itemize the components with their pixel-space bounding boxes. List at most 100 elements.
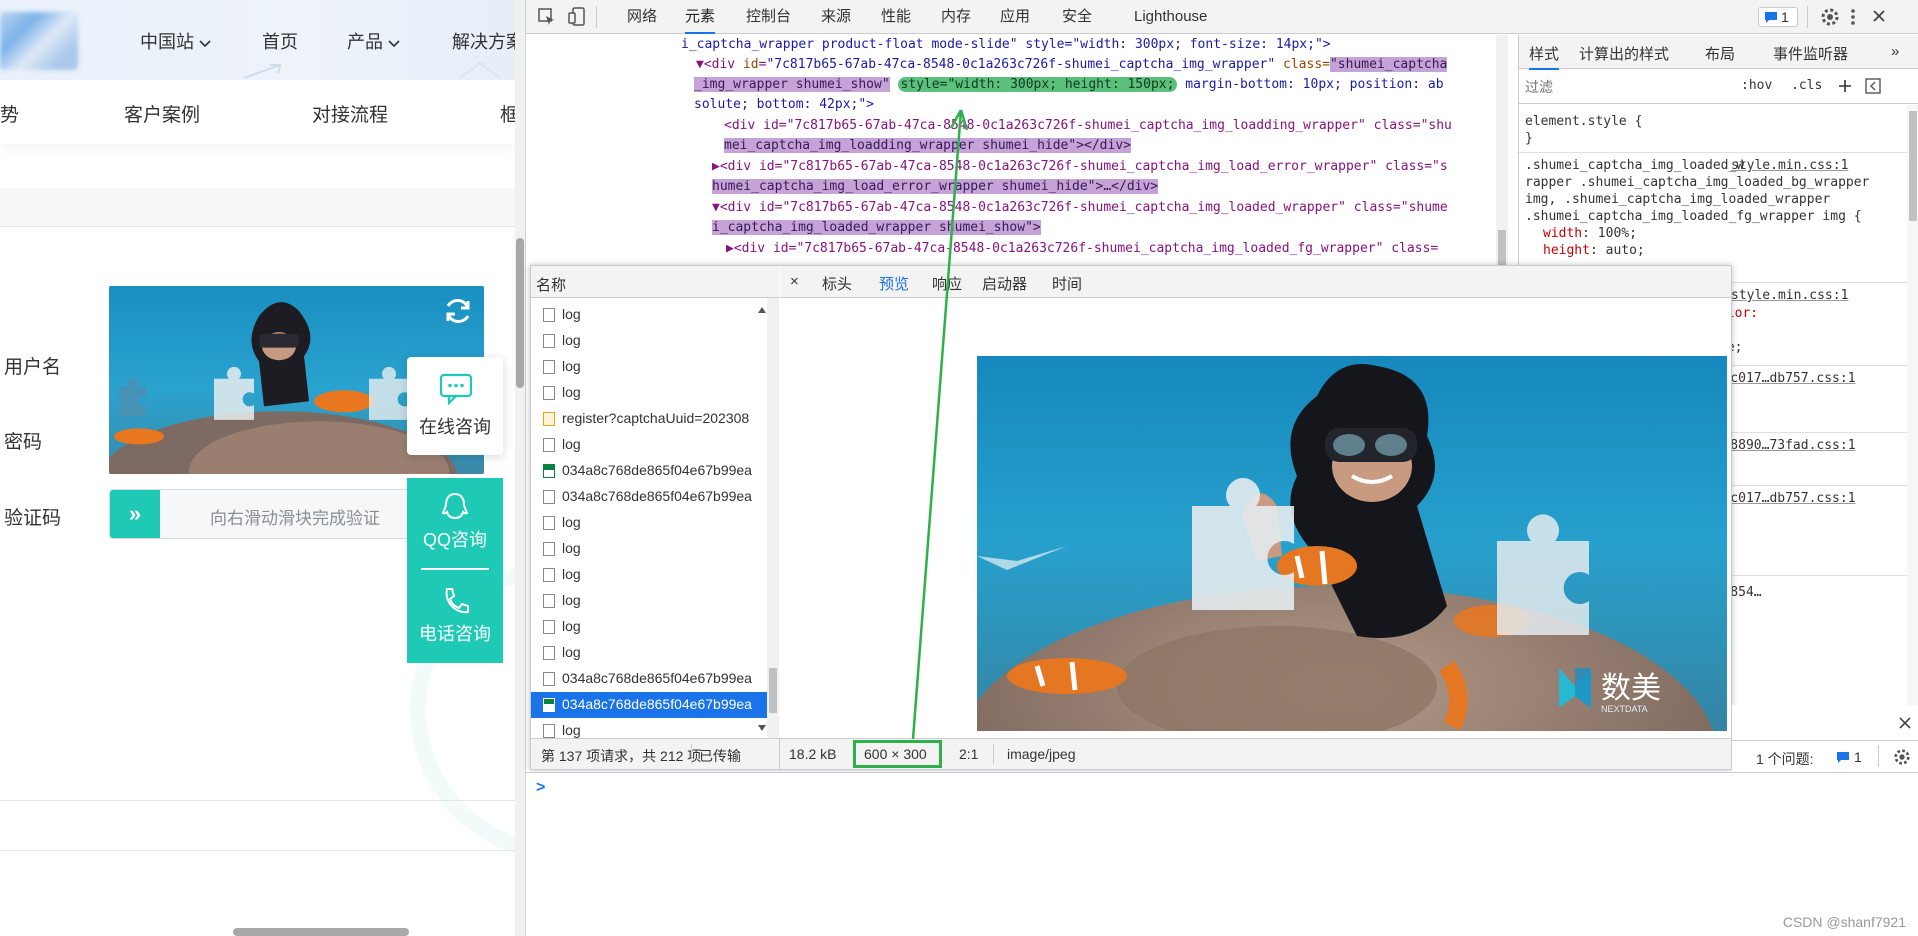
tab-sources[interactable]: 来源 bbox=[821, 0, 851, 34]
hov-toggle[interactable]: :hov bbox=[1741, 78, 1772, 93]
subnav-item-cases[interactable]: 客户案例 bbox=[124, 100, 200, 127]
tab-preview[interactable]: 预览 bbox=[879, 273, 910, 301]
more-options-icon[interactable] bbox=[1850, 7, 1856, 27]
request-row[interactable]: register?captchaUuid=202308 bbox=[531, 406, 767, 432]
tab-application[interactable]: 应用 bbox=[1000, 0, 1030, 34]
dom-line[interactable]: ▼<div id="7c817b65-67ab-47ca-8548-0c1a26… bbox=[696, 55, 1448, 75]
issues-badge-button[interactable]: 1 bbox=[1758, 7, 1798, 27]
inspect-element-icon[interactable] bbox=[538, 8, 556, 26]
scrollbar-thumb[interactable] bbox=[1909, 111, 1917, 221]
request-row[interactable]: log bbox=[531, 510, 767, 536]
document-file-icon bbox=[543, 360, 555, 374]
css-source-link[interactable]: style.min.css:1 bbox=[1731, 288, 1848, 303]
tab-styles[interactable]: 样式 bbox=[1529, 43, 1560, 70]
css-declaration[interactable]: width: 100%; bbox=[1543, 226, 1637, 241]
online-consult-label: 在线咨询 bbox=[419, 417, 491, 437]
tab-console[interactable]: 控制台 bbox=[746, 0, 791, 34]
toggle-sidebar-icon[interactable] bbox=[1865, 78, 1881, 94]
tab-more[interactable]: » bbox=[1891, 43, 1899, 60]
request-name: log bbox=[562, 332, 581, 348]
dom-line[interactable]: ▼<div id="7c817b65-67ab-47ca-8548-0c1a26… bbox=[712, 198, 1448, 218]
css-declaration[interactable]: height: auto; bbox=[1543, 243, 1645, 258]
css-rule-selector[interactable]: .shumei_captcha_img_loaded_w bbox=[1525, 158, 1744, 173]
styles-scrollbar[interactable] bbox=[1907, 105, 1918, 735]
phone-consult-button[interactable]: 电话咨询 bbox=[407, 620, 503, 646]
dom-line[interactable]: ▶<div id="7c817b65-67ab-47ca-8548-0c1a26… bbox=[712, 157, 1448, 177]
tab-computed[interactable]: 计算出的样式 bbox=[1579, 43, 1669, 64]
issues-summary-count: 1 bbox=[1854, 749, 1862, 765]
request-row[interactable]: log bbox=[531, 380, 767, 406]
tab-initiator[interactable]: 启动器 bbox=[982, 273, 1027, 294]
dom-line[interactable]: mei_captcha_img_loadding_wrapper shumei_… bbox=[724, 136, 1131, 156]
dom-tag: ▼<div bbox=[696, 57, 743, 72]
gear-icon[interactable] bbox=[1893, 748, 1911, 766]
close-detail-button[interactable]: × bbox=[790, 273, 799, 290]
subnav-item-process[interactable]: 对接流程 bbox=[312, 100, 388, 127]
nav-home[interactable]: 首页 bbox=[262, 28, 298, 54]
tab-memory[interactable]: 内存 bbox=[941, 0, 971, 34]
request-row[interactable]: 034a8c768de865f04e67b99ea bbox=[531, 484, 767, 510]
element-style-selector[interactable]: element.style { bbox=[1525, 114, 1642, 129]
request-row[interactable]: log bbox=[531, 354, 767, 380]
request-row[interactable]: log bbox=[531, 302, 767, 328]
add-rule-icon[interactable] bbox=[1837, 78, 1853, 94]
dom-line[interactable]: ▶<div id="7c817b65-67ab-47ca-8548-0c1a26… bbox=[726, 239, 1438, 259]
styles-filter-bar: :hov .cls bbox=[1519, 70, 1918, 104]
request-row[interactable]: log bbox=[531, 328, 767, 354]
scrollbar-thumb[interactable] bbox=[516, 238, 524, 388]
dom-line[interactable]: _img_wrapper shumei_show" style="width: … bbox=[694, 75, 1444, 95]
divider bbox=[0, 226, 515, 227]
device-toolbar-icon[interactable] bbox=[568, 7, 586, 27]
tab-response[interactable]: 响应 bbox=[932, 273, 962, 294]
tab-headers[interactable]: 标头 bbox=[822, 273, 852, 294]
nav-region-selector[interactable]: 中国站 bbox=[140, 28, 211, 54]
styles-filter-input[interactable] bbox=[1525, 76, 1735, 98]
tab-layout[interactable]: 布局 bbox=[1705, 43, 1735, 64]
request-row[interactable]: 034a8c768de865f04e67b99ea bbox=[531, 458, 767, 484]
horizontal-scrollbar[interactable] bbox=[233, 928, 409, 936]
tab-event-listeners[interactable]: 事件监听器 bbox=[1773, 43, 1848, 64]
subnav-item-trend[interactable]: 势 bbox=[0, 100, 19, 127]
cls-toggle[interactable]: .cls bbox=[1791, 78, 1822, 93]
scroll-down-icon[interactable] bbox=[757, 724, 767, 732]
close-icon[interactable] bbox=[1872, 9, 1886, 23]
captcha-slider-handle[interactable]: » bbox=[110, 490, 160, 538]
online-consult-button[interactable]: 在线咨询 bbox=[407, 357, 503, 455]
request-row[interactable]: log bbox=[531, 614, 767, 640]
request-row[interactable]: log bbox=[531, 562, 767, 588]
request-row[interactable]: 034a8c768de865f04e67b99ea bbox=[531, 666, 767, 692]
scrollbar-thumb[interactable] bbox=[769, 668, 777, 713]
nav-products[interactable]: 产品 bbox=[347, 28, 400, 54]
dom-line[interactable]: solute; bottom: 42px;"> bbox=[694, 95, 874, 115]
gear-icon[interactable] bbox=[1820, 7, 1840, 27]
request-list-scrollbar[interactable] bbox=[767, 298, 779, 738]
tab-network[interactable]: 网络 bbox=[627, 0, 657, 34]
site-scrollbar[interactable] bbox=[515, 0, 525, 936]
console-input-area[interactable]: > bbox=[526, 772, 1918, 936]
css-property: height bbox=[1543, 243, 1590, 258]
scrollbar-thumb[interactable] bbox=[1498, 230, 1506, 265]
dom-line[interactable]: <div id="7c817b65-67ab-47ca-8548-0c1a263… bbox=[724, 116, 1452, 136]
tab-elements[interactable]: 元素 bbox=[685, 0, 716, 34]
request-row[interactable]: log bbox=[531, 432, 767, 458]
request-row[interactable]: 034a8c768de865f04e67b99ea bbox=[531, 692, 767, 718]
issues-summary-text[interactable]: 1 个问题: bbox=[1756, 749, 1814, 769]
request-row[interactable]: log bbox=[531, 640, 767, 666]
tab-security[interactable]: 安全 bbox=[1062, 0, 1092, 34]
request-row[interactable]: log bbox=[531, 588, 767, 614]
captcha-refresh-button[interactable] bbox=[440, 293, 476, 329]
tab-timing[interactable]: 时间 bbox=[1052, 273, 1082, 294]
dom-line[interactable]: i_captcha_img_loaded_wrapper shumei_show… bbox=[712, 218, 1041, 238]
tab-lighthouse[interactable]: Lighthouse bbox=[1134, 0, 1207, 34]
close-drawer-icon[interactable] bbox=[1899, 717, 1911, 729]
request-row[interactable]: log bbox=[531, 536, 767, 562]
name-column-header[interactable]: 名称 bbox=[536, 274, 566, 295]
dom-line[interactable]: humei_captcha_img_load_error_wrapper shu… bbox=[712, 177, 1159, 197]
elements-scrollbar[interactable] bbox=[1496, 35, 1508, 265]
nav-solutions[interactable]: 解决方案 bbox=[452, 28, 524, 54]
css-value: 100%; bbox=[1597, 226, 1637, 241]
css-source-link[interactable]: style.min.css:1 bbox=[1731, 158, 1848, 173]
tab-performance[interactable]: 性能 bbox=[881, 0, 911, 34]
qq-consult-button[interactable]: QQ咨询 bbox=[407, 526, 503, 552]
dom-line[interactable]: i_captcha_wrapper product-float mode-sli… bbox=[681, 35, 1331, 55]
